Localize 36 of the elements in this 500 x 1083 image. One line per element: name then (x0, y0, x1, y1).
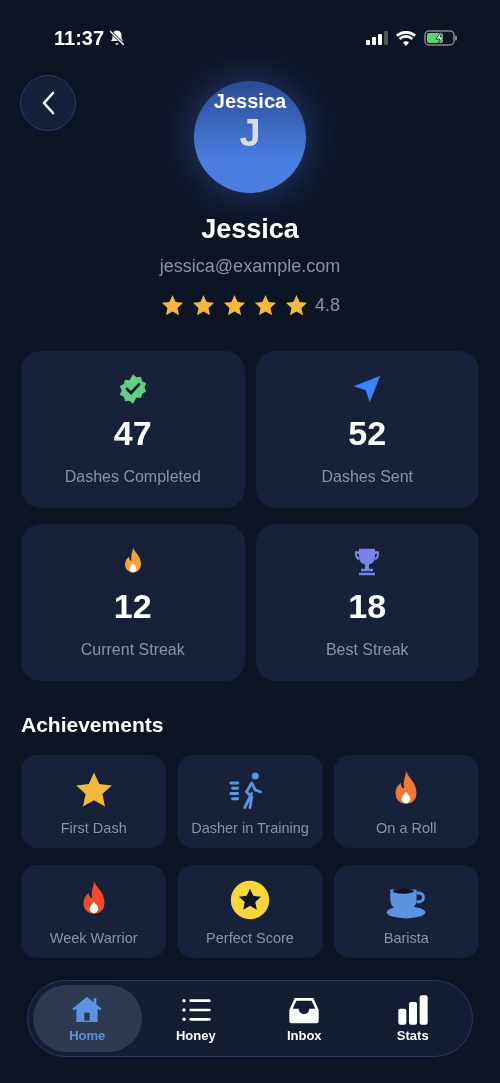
tab[interactable]: Home (33, 985, 142, 1052)
profile-name: Jessica (201, 213, 299, 246)
tab[interactable]: Inbox (250, 985, 359, 1052)
star-icon (253, 293, 278, 318)
wifi-icon (396, 30, 416, 46)
stat-value: 47 (113, 413, 152, 453)
back-button[interactable] (20, 75, 76, 131)
chevron-left-icon (41, 91, 55, 115)
clock-time: 11:37 (54, 26, 105, 51)
rating-value: 4.8 (315, 294, 340, 317)
bar-chart-icon (396, 993, 429, 1026)
battery-charging-icon (424, 30, 458, 46)
section-heading: Achievements (20, 712, 165, 738)
email-text: jessica@example.com (159, 255, 341, 277)
achievement-label: First Dash (60, 819, 127, 837)
star-icon (191, 293, 216, 318)
achievement-label: On a Roll (376, 819, 437, 837)
stat-label: Best Streak (325, 640, 409, 660)
achievement-label: Dasher in Training (191, 819, 309, 837)
stat-label: Dashes Completed (64, 467, 201, 487)
achievement-label: Perfect Score (206, 929, 294, 947)
stat-value: 12 (113, 586, 152, 626)
stat-value: 52 (348, 413, 387, 453)
signal-icon (366, 31, 388, 45)
star-icon (160, 293, 185, 318)
achievement-label: Week Warrior (49, 929, 138, 947)
avatar-label: Jessica (213, 89, 287, 113)
stat-value: 18 (348, 586, 387, 626)
avatar-initial: J (239, 113, 261, 153)
star-icon (222, 293, 247, 318)
achievement-label: Barista (383, 929, 429, 947)
tab[interactable]: Honey (141, 985, 250, 1052)
star-icon (284, 293, 309, 318)
tab[interactable]: Stats (358, 985, 467, 1052)
stat-label: Dashes Sent (321, 467, 414, 487)
stat-label: Current Streak (80, 640, 185, 660)
